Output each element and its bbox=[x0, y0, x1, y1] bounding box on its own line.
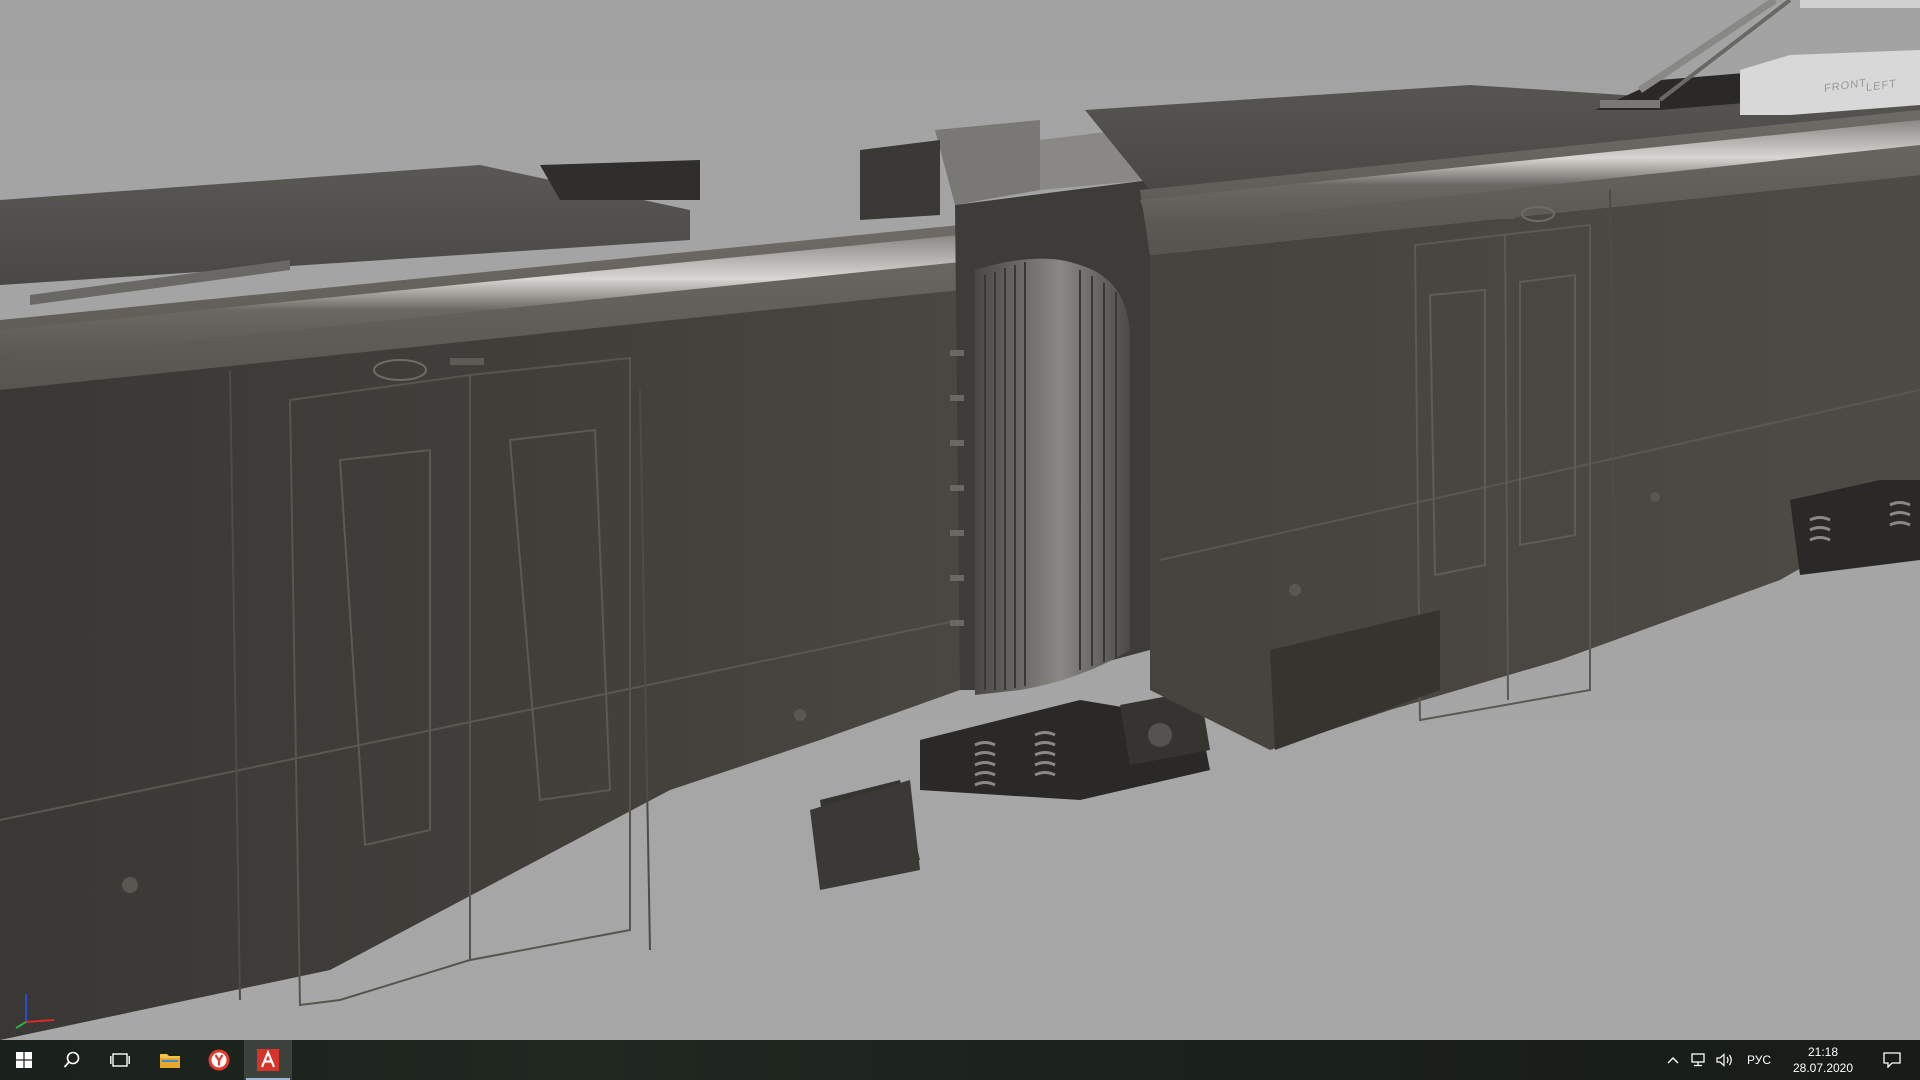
tray-volume-button[interactable] bbox=[1712, 1040, 1738, 1080]
clock: 21:18 28.07.2020 bbox=[1788, 1044, 1858, 1076]
input-language-indicator[interactable]: РУС bbox=[1740, 1040, 1778, 1080]
windows-taskbar: РУС 21:18 28.07.2020 bbox=[0, 1040, 1920, 1080]
taskbar-app-file-explorer[interactable] bbox=[146, 1040, 194, 1080]
clock-date: 28.07.2020 bbox=[1792, 1061, 1854, 1075]
taskbar-app-yandex-browser[interactable] bbox=[195, 1040, 243, 1080]
task-view-icon bbox=[110, 1053, 130, 1067]
search-button[interactable] bbox=[48, 1040, 96, 1080]
3d-viewport[interactable]: FRONT LEFT bbox=[0, 0, 1920, 1040]
language-label: РУС bbox=[1746, 1053, 1772, 1067]
yandex-browser-icon bbox=[208, 1049, 230, 1071]
clock-button[interactable]: 21:18 28.07.2020 bbox=[1778, 1040, 1868, 1080]
folder-icon bbox=[160, 1054, 180, 1068]
clock-time: 21:18 bbox=[1807, 1045, 1839, 1059]
autodesk-a-icon bbox=[257, 1049, 279, 1071]
windows-logo-icon bbox=[16, 1052, 32, 1068]
action-center-button[interactable] bbox=[1868, 1040, 1916, 1080]
tram-3d-model bbox=[0, 0, 1920, 1040]
tray-network-button[interactable] bbox=[1686, 1040, 1712, 1080]
taskbar-app-autodesk[interactable] bbox=[244, 1040, 292, 1080]
tray-overflow-button[interactable] bbox=[1660, 1040, 1686, 1080]
chevron-up-icon bbox=[1667, 1057, 1679, 1064]
action-center-icon bbox=[1883, 1052, 1901, 1068]
search-icon bbox=[63, 1051, 80, 1068]
viewcube-left-face[interactable]: LEFT bbox=[1866, 78, 1897, 94]
network-icon bbox=[1691, 1053, 1705, 1067]
system-tray: РУС 21:18 28.07.2020 bbox=[1660, 1040, 1920, 1080]
speaker-icon bbox=[1716, 1053, 1732, 1067]
axis-triad-icon bbox=[15, 994, 55, 1029]
start-button[interactable] bbox=[0, 1040, 48, 1080]
viewcube-front-face[interactable]: FRONT bbox=[1824, 77, 1867, 95]
task-view-button[interactable] bbox=[96, 1040, 144, 1080]
viewcube[interactable]: FRONT LEFT bbox=[1738, 56, 1920, 110]
